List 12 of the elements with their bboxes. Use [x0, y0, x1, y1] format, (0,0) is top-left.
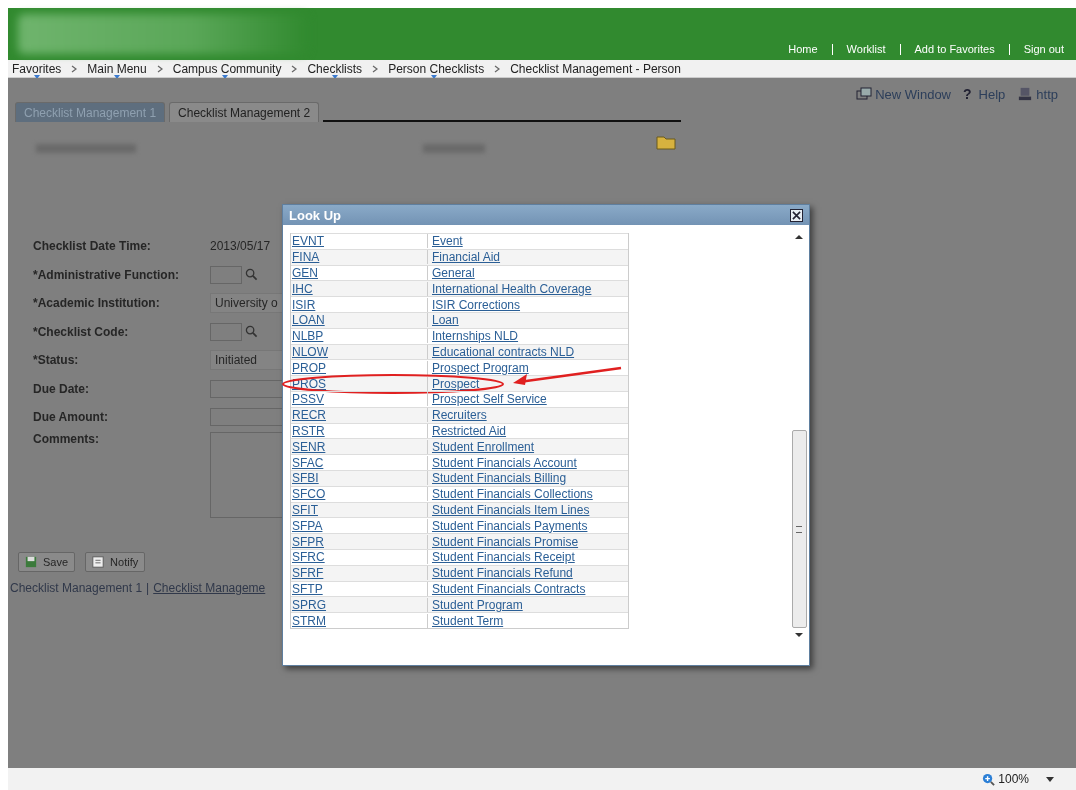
field-value: 2013/05/17	[210, 239, 271, 254]
field-label: Due Date:	[33, 381, 90, 396]
field-label: Due Amount:	[33, 410, 109, 425]
field-label: Comments:	[33, 431, 100, 446]
help-icon: ?	[963, 86, 976, 102]
field-label: Checklist Date Time:	[33, 239, 152, 254]
dialog-title: Look Up	[289, 207, 341, 223]
field-label: *Administrative Function:	[33, 267, 180, 282]
field-label: *Checklist Code:	[33, 324, 130, 339]
field-label: *Academic Institution:	[33, 296, 161, 311]
field-label: *Status:	[33, 353, 80, 368]
separator: |	[146, 580, 150, 595]
